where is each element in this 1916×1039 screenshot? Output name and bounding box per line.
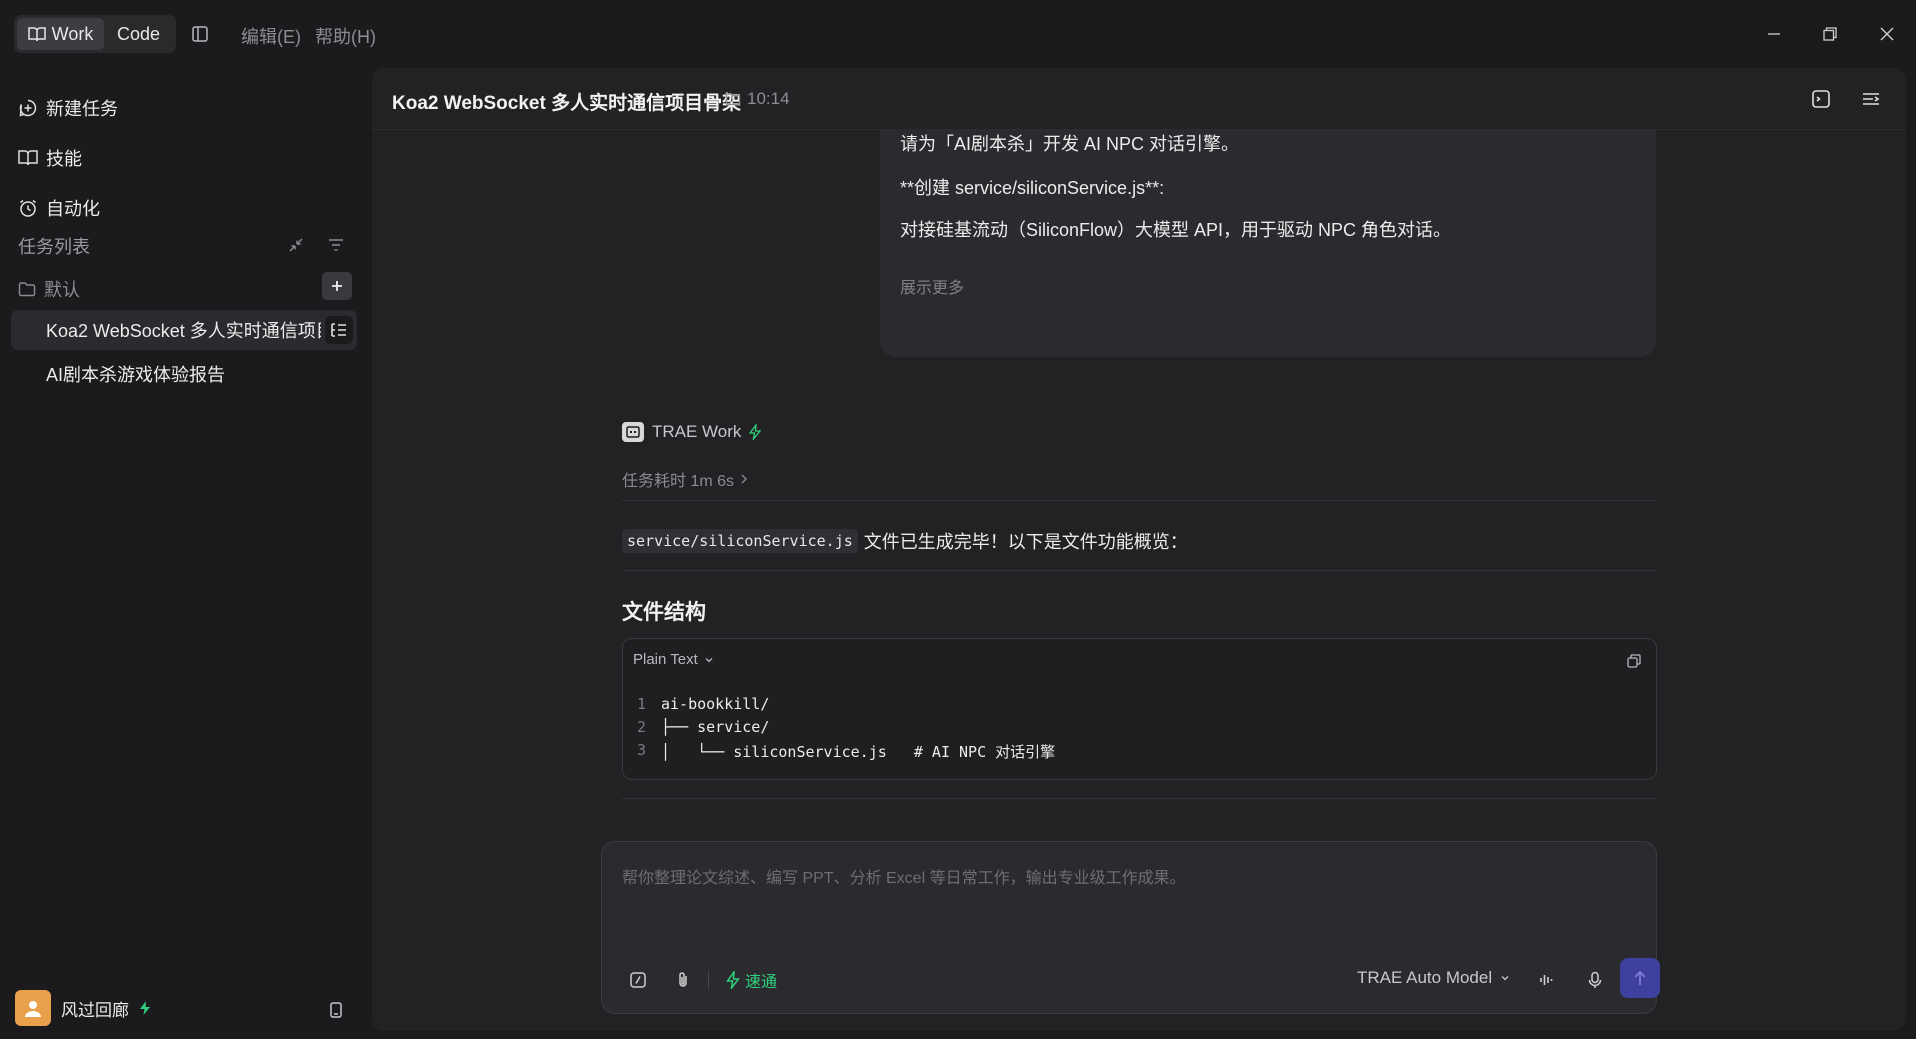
alarm-clock-icon bbox=[18, 198, 38, 218]
task-time-label: 10:14 bbox=[747, 89, 790, 108]
avatar bbox=[15, 990, 51, 1026]
code-line: 1 ai-bookkill/ bbox=[637, 695, 769, 713]
microphone-icon[interactable] bbox=[1585, 970, 1605, 990]
page-title: Koa2 WebSocket 多人实时通信项目骨架 bbox=[392, 93, 742, 114]
mode-work-button[interactable]: Work bbox=[17, 18, 104, 50]
task-list-icon[interactable] bbox=[325, 316, 353, 344]
restore-icon[interactable] bbox=[1818, 22, 1842, 46]
code-language-label: Plain Text bbox=[633, 651, 698, 668]
line-number: 2 bbox=[637, 718, 647, 736]
section-heading: 文件结构 bbox=[622, 601, 706, 624]
collapse-icon[interactable] bbox=[286, 235, 306, 255]
divider bbox=[622, 798, 1657, 799]
folder-icon bbox=[725, 92, 741, 106]
sidebar-item-label: 新建任务 bbox=[46, 99, 118, 119]
model-label: TRAE Auto Model bbox=[1357, 968, 1493, 987]
line-number: 1 bbox=[637, 695, 647, 713]
task-duration-label: 任务耗时 1m 6s bbox=[622, 473, 735, 490]
code-line: 3 │ └── siliconService.js # AI NPC 对话引擎 bbox=[637, 741, 1055, 762]
chevron-down-icon bbox=[704, 656, 714, 664]
model-select[interactable]: TRAE Auto Model bbox=[1357, 968, 1510, 988]
mode-code-label: Code bbox=[116, 23, 161, 44]
task-item[interactable]: AI剧本杀游戏体验报告 bbox=[11, 354, 357, 394]
main-header: Koa2 WebSocket 多人实时通信项目骨架 10:14 bbox=[372, 68, 1906, 130]
divider bbox=[622, 570, 1657, 571]
main-panel: Koa2 WebSocket 多人实时通信项目骨架 10:14 请为「AI剧本杀… bbox=[372, 68, 1906, 1031]
fast-mode-label: 速通 bbox=[745, 974, 778, 991]
lightning-icon bbox=[139, 1000, 151, 1016]
user-message-bubble: 请为「AI剧本杀」开发 AI NPC 对话引擎。 **创建 service/si… bbox=[880, 130, 1656, 357]
divider bbox=[708, 971, 709, 989]
copy-icon[interactable] bbox=[1626, 653, 1642, 669]
user-name: 风过回廊 bbox=[61, 1000, 129, 1020]
sidebar: 新建任务 技能 自动化 任务列表 默认 Koa2 WebSocket 多人实时通… bbox=[0, 68, 372, 1039]
user-profile[interactable]: 风过回廊 bbox=[15, 990, 151, 1026]
send-button[interactable] bbox=[1620, 958, 1660, 998]
assistant-summary-text: 文件已生成完毕！以下是文件功能概览： bbox=[863, 532, 1188, 552]
chevron-right-icon bbox=[740, 474, 748, 484]
user-message-line: 请为「AI剧本杀」开发 AI NPC 对话引擎。 bbox=[900, 134, 1240, 154]
title-bar: Work Code 编辑(E) 帮助(H) bbox=[0, 0, 1916, 68]
book-icon bbox=[18, 149, 38, 167]
filter-icon[interactable] bbox=[326, 235, 346, 255]
paperclip-icon[interactable] bbox=[673, 970, 693, 990]
task-list-title: 任务列表 bbox=[18, 237, 90, 257]
divider bbox=[622, 500, 1657, 501]
code-text: ai-bookkill/ bbox=[661, 695, 770, 713]
add-task-button[interactable] bbox=[322, 272, 352, 300]
task-group[interactable]: 默认 bbox=[18, 276, 80, 302]
folder-icon bbox=[18, 281, 36, 297]
task-group-label: 默认 bbox=[44, 280, 80, 300]
device-icon[interactable] bbox=[326, 1000, 346, 1020]
code-block: Plain Text 1 ai-bookkill/ 2 ├── service/… bbox=[622, 638, 1657, 780]
menu-lines-icon[interactable] bbox=[1860, 88, 1882, 110]
toggle-sidebar-icon[interactable] bbox=[190, 24, 210, 44]
minimize-icon[interactable] bbox=[1762, 22, 1786, 46]
lightning-icon bbox=[726, 971, 740, 989]
code-text: │ └── siliconService.js # AI NPC 对话引擎 bbox=[661, 743, 1056, 761]
sidebar-item-new-task[interactable]: 新建任务 bbox=[18, 90, 118, 126]
terminal-icon[interactable] bbox=[1810, 88, 1832, 110]
user-message-line: 对接硅基流动（SiliconFlow）大模型 API，用于驱动 NPC 角色对话… bbox=[900, 220, 1452, 240]
menu-help[interactable]: 帮助(H) bbox=[315, 23, 376, 49]
chat-input-box: 帮你整理论文综述、编写 PPT、分析 Excel 等日常工作，输出专业级工作成果… bbox=[601, 841, 1660, 1014]
close-icon[interactable] bbox=[1875, 22, 1899, 46]
voice-wave-icon[interactable] bbox=[1537, 970, 1557, 990]
task-item-label: AI剧本杀游戏体验报告 bbox=[46, 365, 226, 385]
show-more-link[interactable]: 展示更多 bbox=[900, 274, 964, 298]
task-duration[interactable]: 任务耗时 1m 6s bbox=[622, 467, 748, 491]
sidebar-item-label: 自动化 bbox=[46, 199, 100, 219]
slash-command-icon[interactable] bbox=[628, 970, 648, 990]
assistant-summary: service/siliconService.js 文件已生成完毕！以下是文件功… bbox=[622, 528, 1188, 554]
assistant-header: TRAE Work bbox=[622, 422, 762, 442]
sidebar-item-label: 技能 bbox=[46, 149, 82, 169]
mode-code-button[interactable]: Code bbox=[104, 18, 173, 50]
inline-code: service/siliconService.js bbox=[622, 529, 858, 553]
code-line: 2 ├── service/ bbox=[637, 718, 769, 736]
book-open-icon bbox=[27, 26, 46, 42]
sidebar-item-automation[interactable]: 自动化 bbox=[18, 190, 100, 226]
new-task-icon bbox=[18, 98, 38, 118]
mode-toggle: Work Code bbox=[14, 15, 176, 53]
user-message-line: **创建 service/siliconService.js**: bbox=[900, 178, 1165, 198]
sidebar-item-skills[interactable]: 技能 bbox=[18, 140, 82, 176]
fast-mode-toggle[interactable]: 速通 bbox=[726, 968, 777, 992]
task-item[interactable]: Koa2 WebSocket 多人实时通信项目骨架 bbox=[11, 310, 357, 350]
code-text: ├── service/ bbox=[661, 718, 770, 736]
trae-logo-icon bbox=[622, 422, 644, 442]
task-time: 10:14 bbox=[725, 89, 790, 109]
task-item-label: Koa2 WebSocket 多人实时通信项目骨架 bbox=[46, 321, 321, 341]
assistant-name: TRAE Work bbox=[652, 422, 742, 441]
code-language-select[interactable]: Plain Text bbox=[633, 651, 714, 668]
menu-edit[interactable]: 编辑(E) bbox=[241, 23, 301, 49]
plus-icon bbox=[331, 280, 343, 292]
arrow-up-icon bbox=[1632, 969, 1648, 987]
lightning-icon bbox=[749, 424, 762, 440]
chevron-down-icon bbox=[1500, 974, 1510, 982]
line-number: 3 bbox=[637, 741, 647, 759]
chat-input[interactable]: 帮你整理论文综述、编写 PPT、分析 Excel 等日常工作，输出专业级工作成果… bbox=[622, 864, 1186, 888]
mode-work-label: Work bbox=[51, 23, 94, 44]
